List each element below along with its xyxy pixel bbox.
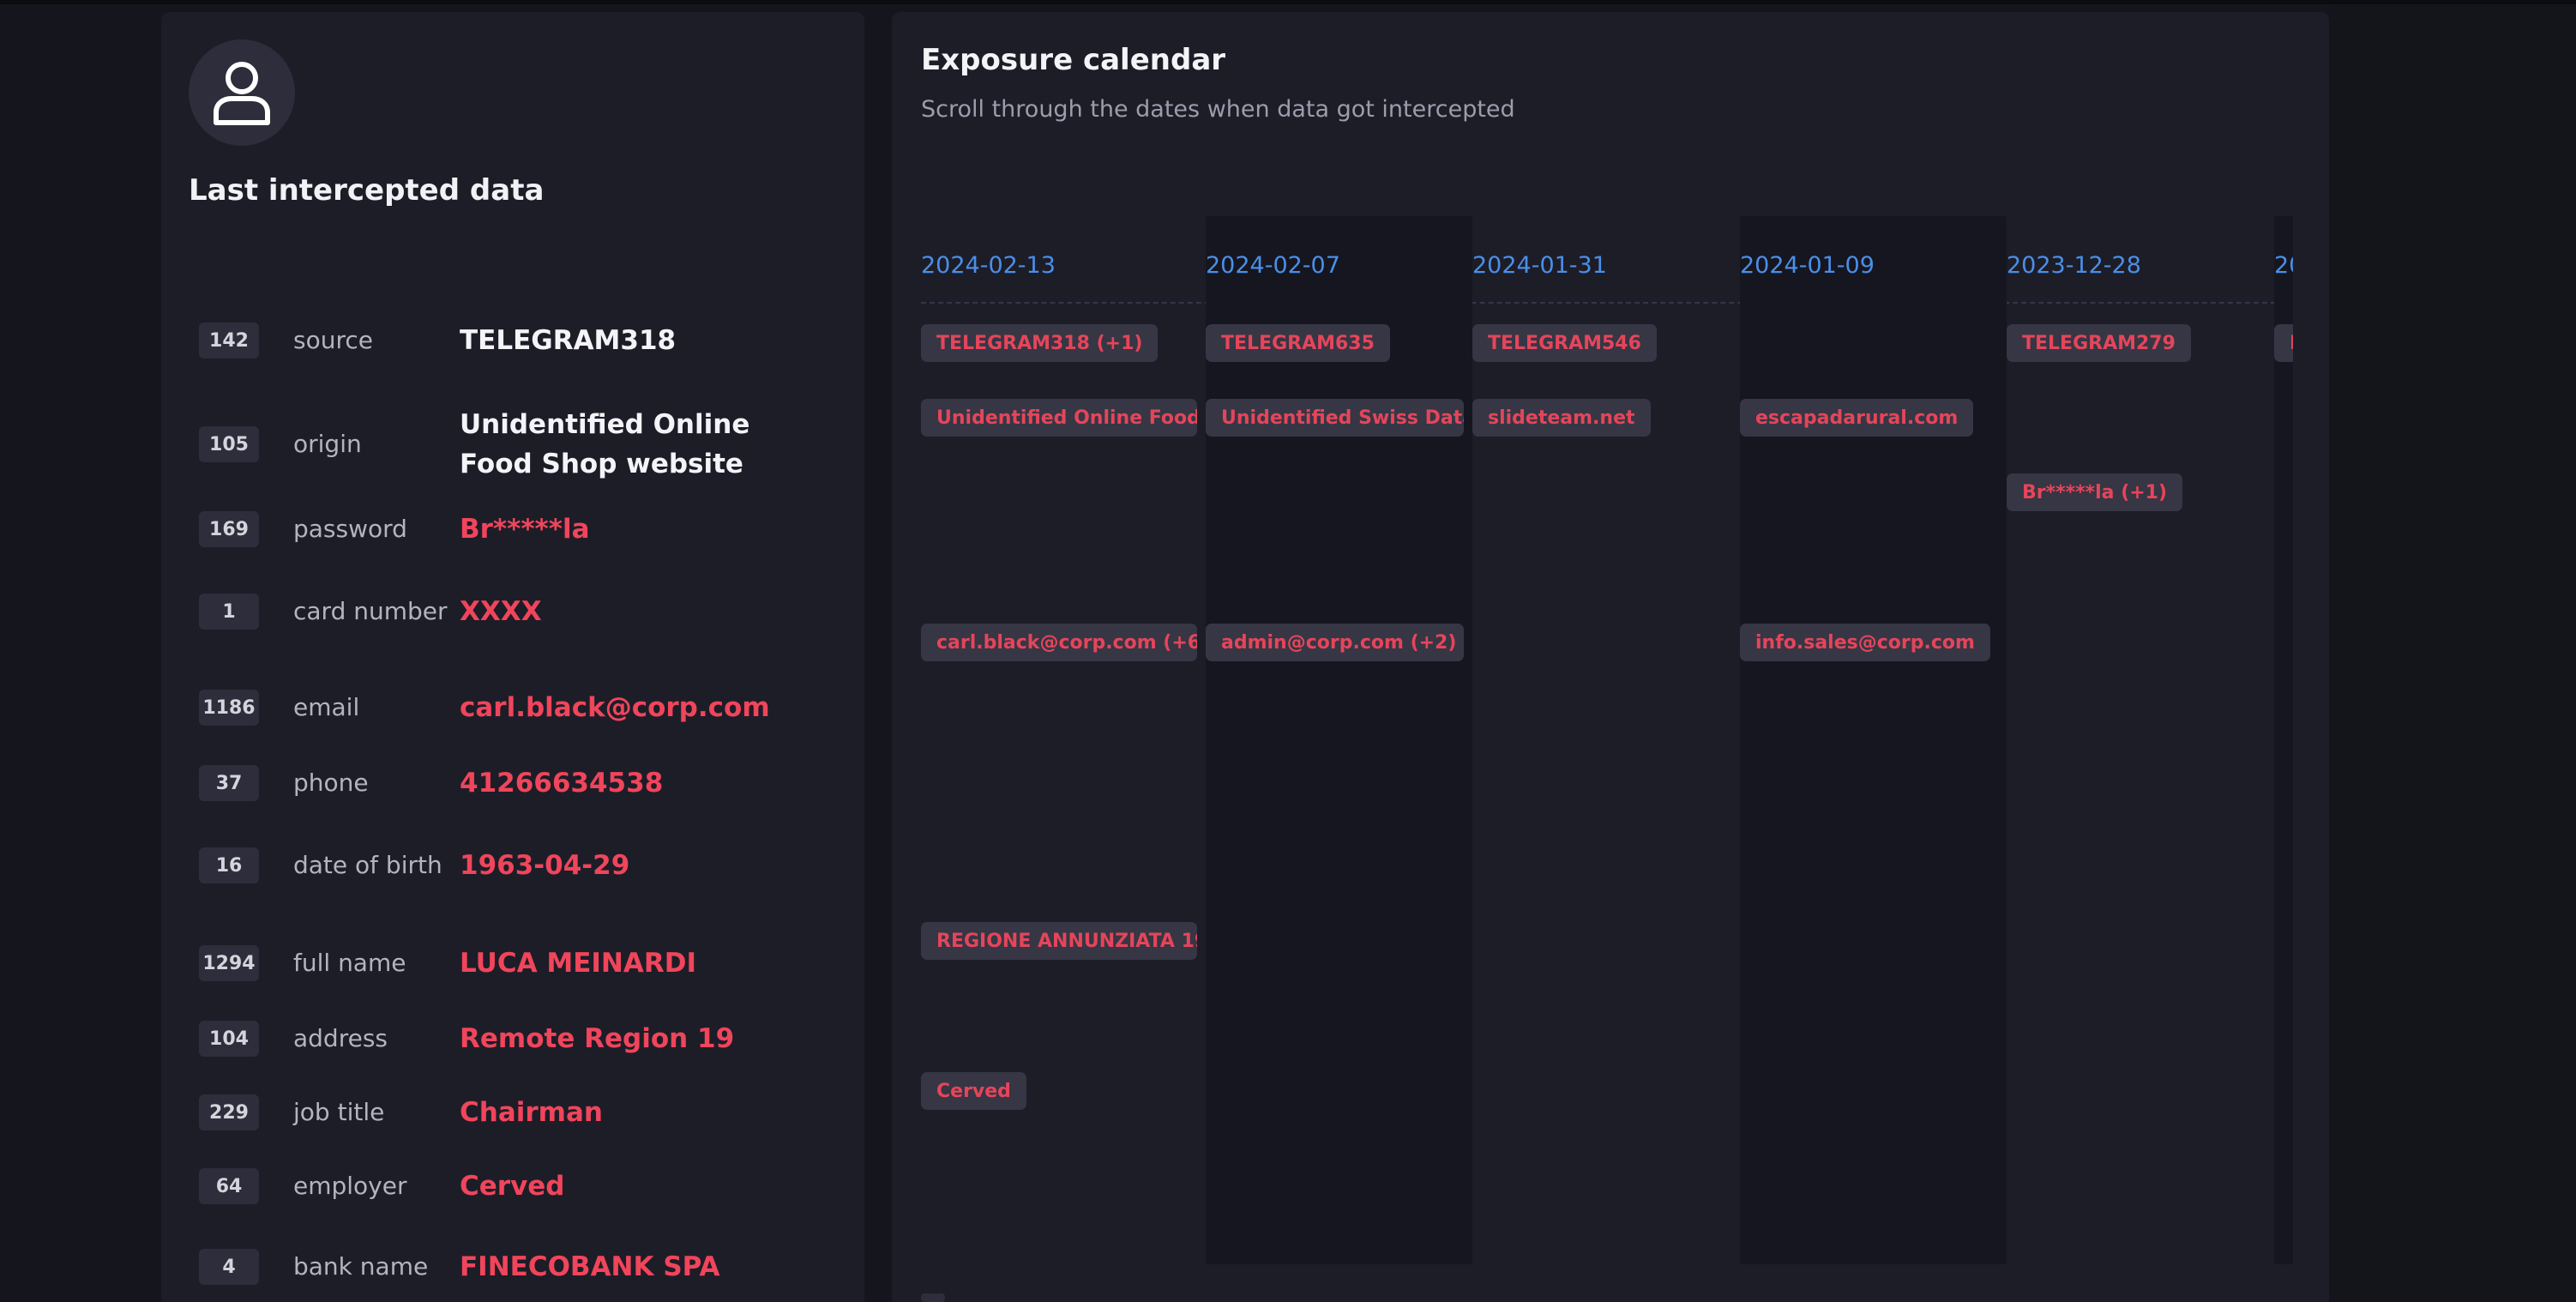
exposure-chip[interactable]: Unidentified Online Food Shop website xyxy=(921,399,1197,437)
calendar-date: 2024-01-09 xyxy=(1740,252,1875,279)
data-row: 64 employer Cerved xyxy=(199,1166,851,1206)
field-value: FINECOBANK SPA xyxy=(460,1251,720,1282)
user-icon xyxy=(189,39,295,146)
field-value: 41266634538 xyxy=(460,768,664,799)
count-badge: 229 xyxy=(199,1094,259,1130)
calendar-column: 20 F xyxy=(2274,216,2293,1264)
count-badge: 1294 xyxy=(199,945,259,981)
field-value: XXXX xyxy=(460,596,542,627)
exposure-chip[interactable]: F xyxy=(2274,324,2293,362)
count-badge: 4 xyxy=(199,1249,259,1285)
field-label: phone xyxy=(293,769,369,797)
data-row: 4 bank name FINECOBANK SPA xyxy=(199,1247,851,1287)
exposure-chip[interactable]: TELEGRAM546 xyxy=(1472,324,1657,362)
field-value: LUCA MEINARDI xyxy=(460,948,696,979)
field-value: carl.black@corp.com xyxy=(460,692,770,723)
field-label: full name xyxy=(293,949,406,977)
data-row: 229 job title Chairman xyxy=(199,1093,851,1132)
field-value: TELEGRAM318 xyxy=(460,325,677,356)
calendar-subtitle: Scroll through the dates when data got i… xyxy=(921,96,1515,123)
data-row: 37 phone 41266634538 xyxy=(199,763,851,803)
field-label: job title xyxy=(293,1098,385,1126)
data-row: 142 source TELEGRAM318 xyxy=(199,321,851,360)
exposure-chip[interactable]: Cerved xyxy=(921,1072,1026,1110)
scrollbar-handle[interactable] xyxy=(921,1293,945,1302)
field-label: source xyxy=(293,326,373,354)
data-row: 1 card number XXXX xyxy=(199,592,851,631)
data-row: 1294 full name LUCA MEINARDI xyxy=(199,943,851,983)
last-intercepted-panel: Last intercepted data 142 source TELEGRAM3… xyxy=(161,12,864,1302)
calendar-title: Exposure calendar xyxy=(921,43,1226,77)
field-value: Br*****la xyxy=(460,514,590,545)
data-row: 169 password Br*****la xyxy=(199,509,851,549)
count-badge: 104 xyxy=(199,1021,259,1057)
exposure-chip[interactable]: admin@corp.com (+2) xyxy=(1206,624,1464,661)
exposure-chip[interactable]: TELEGRAM318 (+1) xyxy=(921,324,1159,362)
exposure-chip[interactable]: Unidentified Swiss Data xyxy=(1206,399,1464,437)
count-badge: 37 xyxy=(199,765,259,801)
count-badge: 142 xyxy=(199,322,259,359)
count-badge: 105 xyxy=(199,426,259,462)
field-label: origin xyxy=(293,430,362,458)
exposure-chip[interactable]: carl.black@corp.com (+6) xyxy=(921,624,1197,661)
data-row: 16 date of birth 1963-04-29 xyxy=(199,846,851,885)
panel-title: Last intercepted data xyxy=(189,173,545,208)
field-value: Remote Region 19 xyxy=(460,1023,735,1054)
exposure-chip[interactable]: slideteam.net xyxy=(1472,399,1651,437)
calendar-date: 2024-02-07 xyxy=(1206,252,1340,279)
exposure-chip[interactable]: info.sales@corp.com xyxy=(1740,624,1990,661)
data-row: 104 address Remote Region 19 xyxy=(199,1019,851,1058)
field-label: address xyxy=(293,1024,388,1052)
calendar-column: 2024-01-31 TELEGRAM546 slideteam.net xyxy=(1472,216,1740,1276)
exposure-chip[interactable]: TELEGRAM635 xyxy=(1206,324,1390,362)
exposure-chip[interactable]: Br*****la (+1) xyxy=(2007,473,2183,511)
field-label: employer xyxy=(293,1172,407,1200)
calendar-date: 2023-12-28 xyxy=(2007,252,2141,279)
exposure-chip[interactable]: escapadarural.com xyxy=(1740,399,1974,437)
count-badge: 1186 xyxy=(199,690,259,726)
top-border xyxy=(0,0,2576,4)
field-label: email xyxy=(293,693,360,721)
count-badge: 1 xyxy=(199,594,259,630)
exposure-chip[interactable]: REGIONE ANNUNZIATA 19 (+1) xyxy=(921,922,1197,960)
field-label: password xyxy=(293,515,407,543)
calendar-date: 2024-01-31 xyxy=(1472,252,1607,279)
field-value: 1963-04-29 xyxy=(460,850,630,881)
field-value: Chairman xyxy=(460,1097,603,1128)
data-row: 105 origin Unidentified Online Food Shop w… xyxy=(199,405,851,484)
calendar-column: 2023-12-28 TELEGRAM279 Br*****la (+1) xyxy=(2007,216,2274,1276)
count-badge: 64 xyxy=(199,1168,259,1204)
calendar-column: 2024-02-13 TELEGRAM318 (+1) Unidentified O… xyxy=(921,216,1206,1276)
calendar-date: 2024-02-13 xyxy=(921,252,1056,279)
calendar-date: 20 xyxy=(2274,252,2293,279)
calendar-scroll-area[interactable]: 2024-02-13 TELEGRAM318 (+1) Unidentified O… xyxy=(921,216,2293,1276)
field-label: bank name xyxy=(293,1252,429,1281)
count-badge: 169 xyxy=(199,511,259,547)
count-badge: 16 xyxy=(199,847,259,883)
data-row: 1186 email carl.black@corp.com xyxy=(199,688,851,727)
field-value: Unidentified Online Food Shop website xyxy=(460,409,750,479)
field-label: card number xyxy=(293,597,448,625)
field-label: date of birth xyxy=(293,851,442,879)
calendar-column: 2024-01-09 escapadarural.com info.sales@co… xyxy=(1740,216,2007,1264)
exposure-chip[interactable]: TELEGRAM279 xyxy=(2007,324,2191,362)
exposure-calendar-panel: Exposure calendar Scroll through the dat… xyxy=(892,12,2329,1302)
calendar-column: 2024-02-07 TELEGRAM635 Unidentified Swiss … xyxy=(1206,216,1472,1264)
page-edge xyxy=(2329,4,2576,1302)
field-value: Cerved xyxy=(460,1171,565,1202)
